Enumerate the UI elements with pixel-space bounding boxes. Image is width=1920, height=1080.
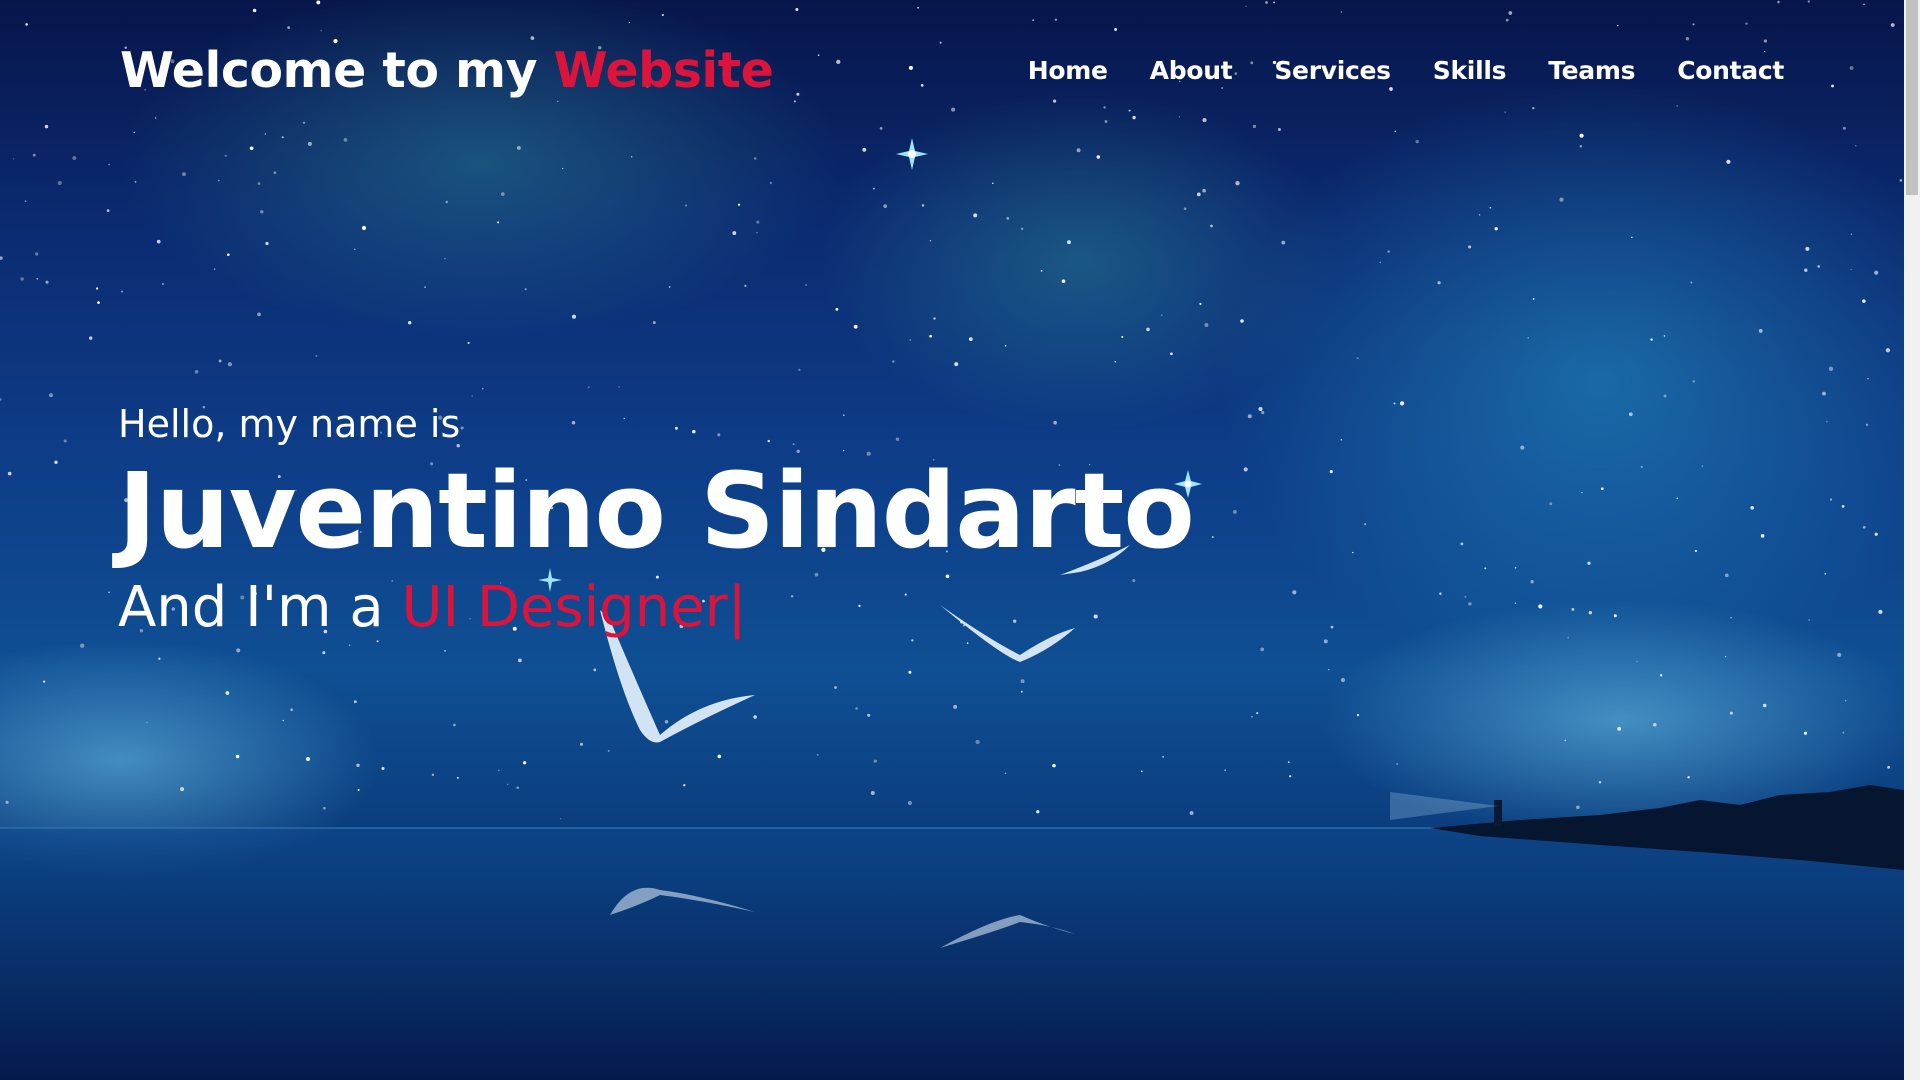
page: Welcome to my Website Home About Service… [0, 0, 1920, 1080]
nav-contact[interactable]: Contact [1677, 56, 1784, 85]
nav-services[interactable]: Services [1274, 56, 1391, 85]
sea-surface [0, 828, 1904, 1080]
site-header: Welcome to my Website Home About Service… [0, 0, 1904, 150]
lighthouse-icon [1494, 800, 1502, 826]
main-nav: Home About Services Skills Teams Contact [1028, 56, 1785, 85]
hero-greeting: Hello, my name is [118, 402, 461, 446]
scrollbar[interactable] [1904, 0, 1920, 1080]
role-prefix: And I'm a [118, 575, 402, 640]
nav-home[interactable]: Home [1028, 56, 1108, 85]
logo-prefix: Welcome to my [120, 42, 554, 99]
nav-about[interactable]: About [1150, 56, 1233, 85]
logo-accent: Website [553, 42, 774, 99]
hero-section: Hello, my name is Juventino Sindarto And… [118, 402, 1195, 639]
nav-skills[interactable]: Skills [1433, 56, 1507, 85]
hero-role: And I'm a UI Designer| [118, 577, 1194, 639]
hero-name: Juventino Sindarto [118, 450, 1195, 572]
nav-teams[interactable]: Teams [1548, 56, 1635, 85]
scrollbar-thumb[interactable] [1906, 0, 1918, 195]
site-logo[interactable]: Welcome to my Website [120, 42, 774, 99]
role-typing-text: UI Designer| [401, 575, 747, 640]
